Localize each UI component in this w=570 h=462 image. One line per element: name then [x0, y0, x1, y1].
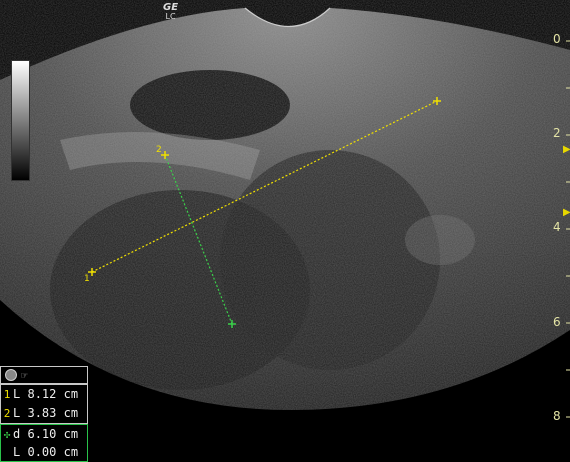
depth-label-6: 6 [553, 315, 561, 329]
measurement-value-2: 3.83 cm [27, 406, 79, 420]
measurement-row-1: 1 L 8.12 cm [1, 385, 87, 404]
logo-sub: LC [165, 12, 176, 21]
caliper-marker-1a-label: 1 [84, 274, 90, 284]
distance-sub-row: L 0.00 cm [1, 443, 87, 461]
measurement-index-2: 2 [3, 407, 11, 420]
measurement-index-1: 1 [3, 388, 11, 401]
distance-sub-value: 0.00 cm [27, 444, 79, 459]
distance-row: ✣ d 6.10 cm [1, 425, 87, 443]
ge-logo: GE LC [163, 3, 178, 22]
distance-results: ✣ d 6.10 cm L 0.00 cm [0, 424, 88, 462]
focus-marker-icon-2: ▶ [563, 207, 570, 218]
distance-cursor-icon: ✣ [3, 427, 11, 441]
measurement-row-2: 2 L 3.83 cm [1, 404, 87, 423]
distance-value: 6.10 cm [27, 426, 79, 441]
pointer-icon[interactable]: ☞ [21, 366, 28, 385]
depth-label-0: 0 [553, 32, 561, 46]
caliper-marker-2a-label: 2 [156, 145, 162, 155]
measurement-type-1: L [13, 387, 21, 401]
distance-sub-type: L [13, 444, 21, 459]
distance-type: d [13, 426, 21, 441]
measurement-type-2: L [13, 406, 21, 420]
focus-marker-icon: ▶ [563, 144, 570, 155]
tool-panel: ☞ [0, 366, 88, 384]
grayscale-bar [11, 60, 30, 181]
depth-label-8: 8 [553, 409, 561, 423]
measurement-value-1: 8.12 cm [27, 387, 79, 401]
record-icon[interactable] [5, 369, 17, 381]
measurement-results: 1 L 8.12 cm 2 L 3.83 cm [0, 384, 88, 424]
depth-label-4: 4 [553, 220, 561, 234]
depth-label-2: 2 [553, 126, 561, 140]
